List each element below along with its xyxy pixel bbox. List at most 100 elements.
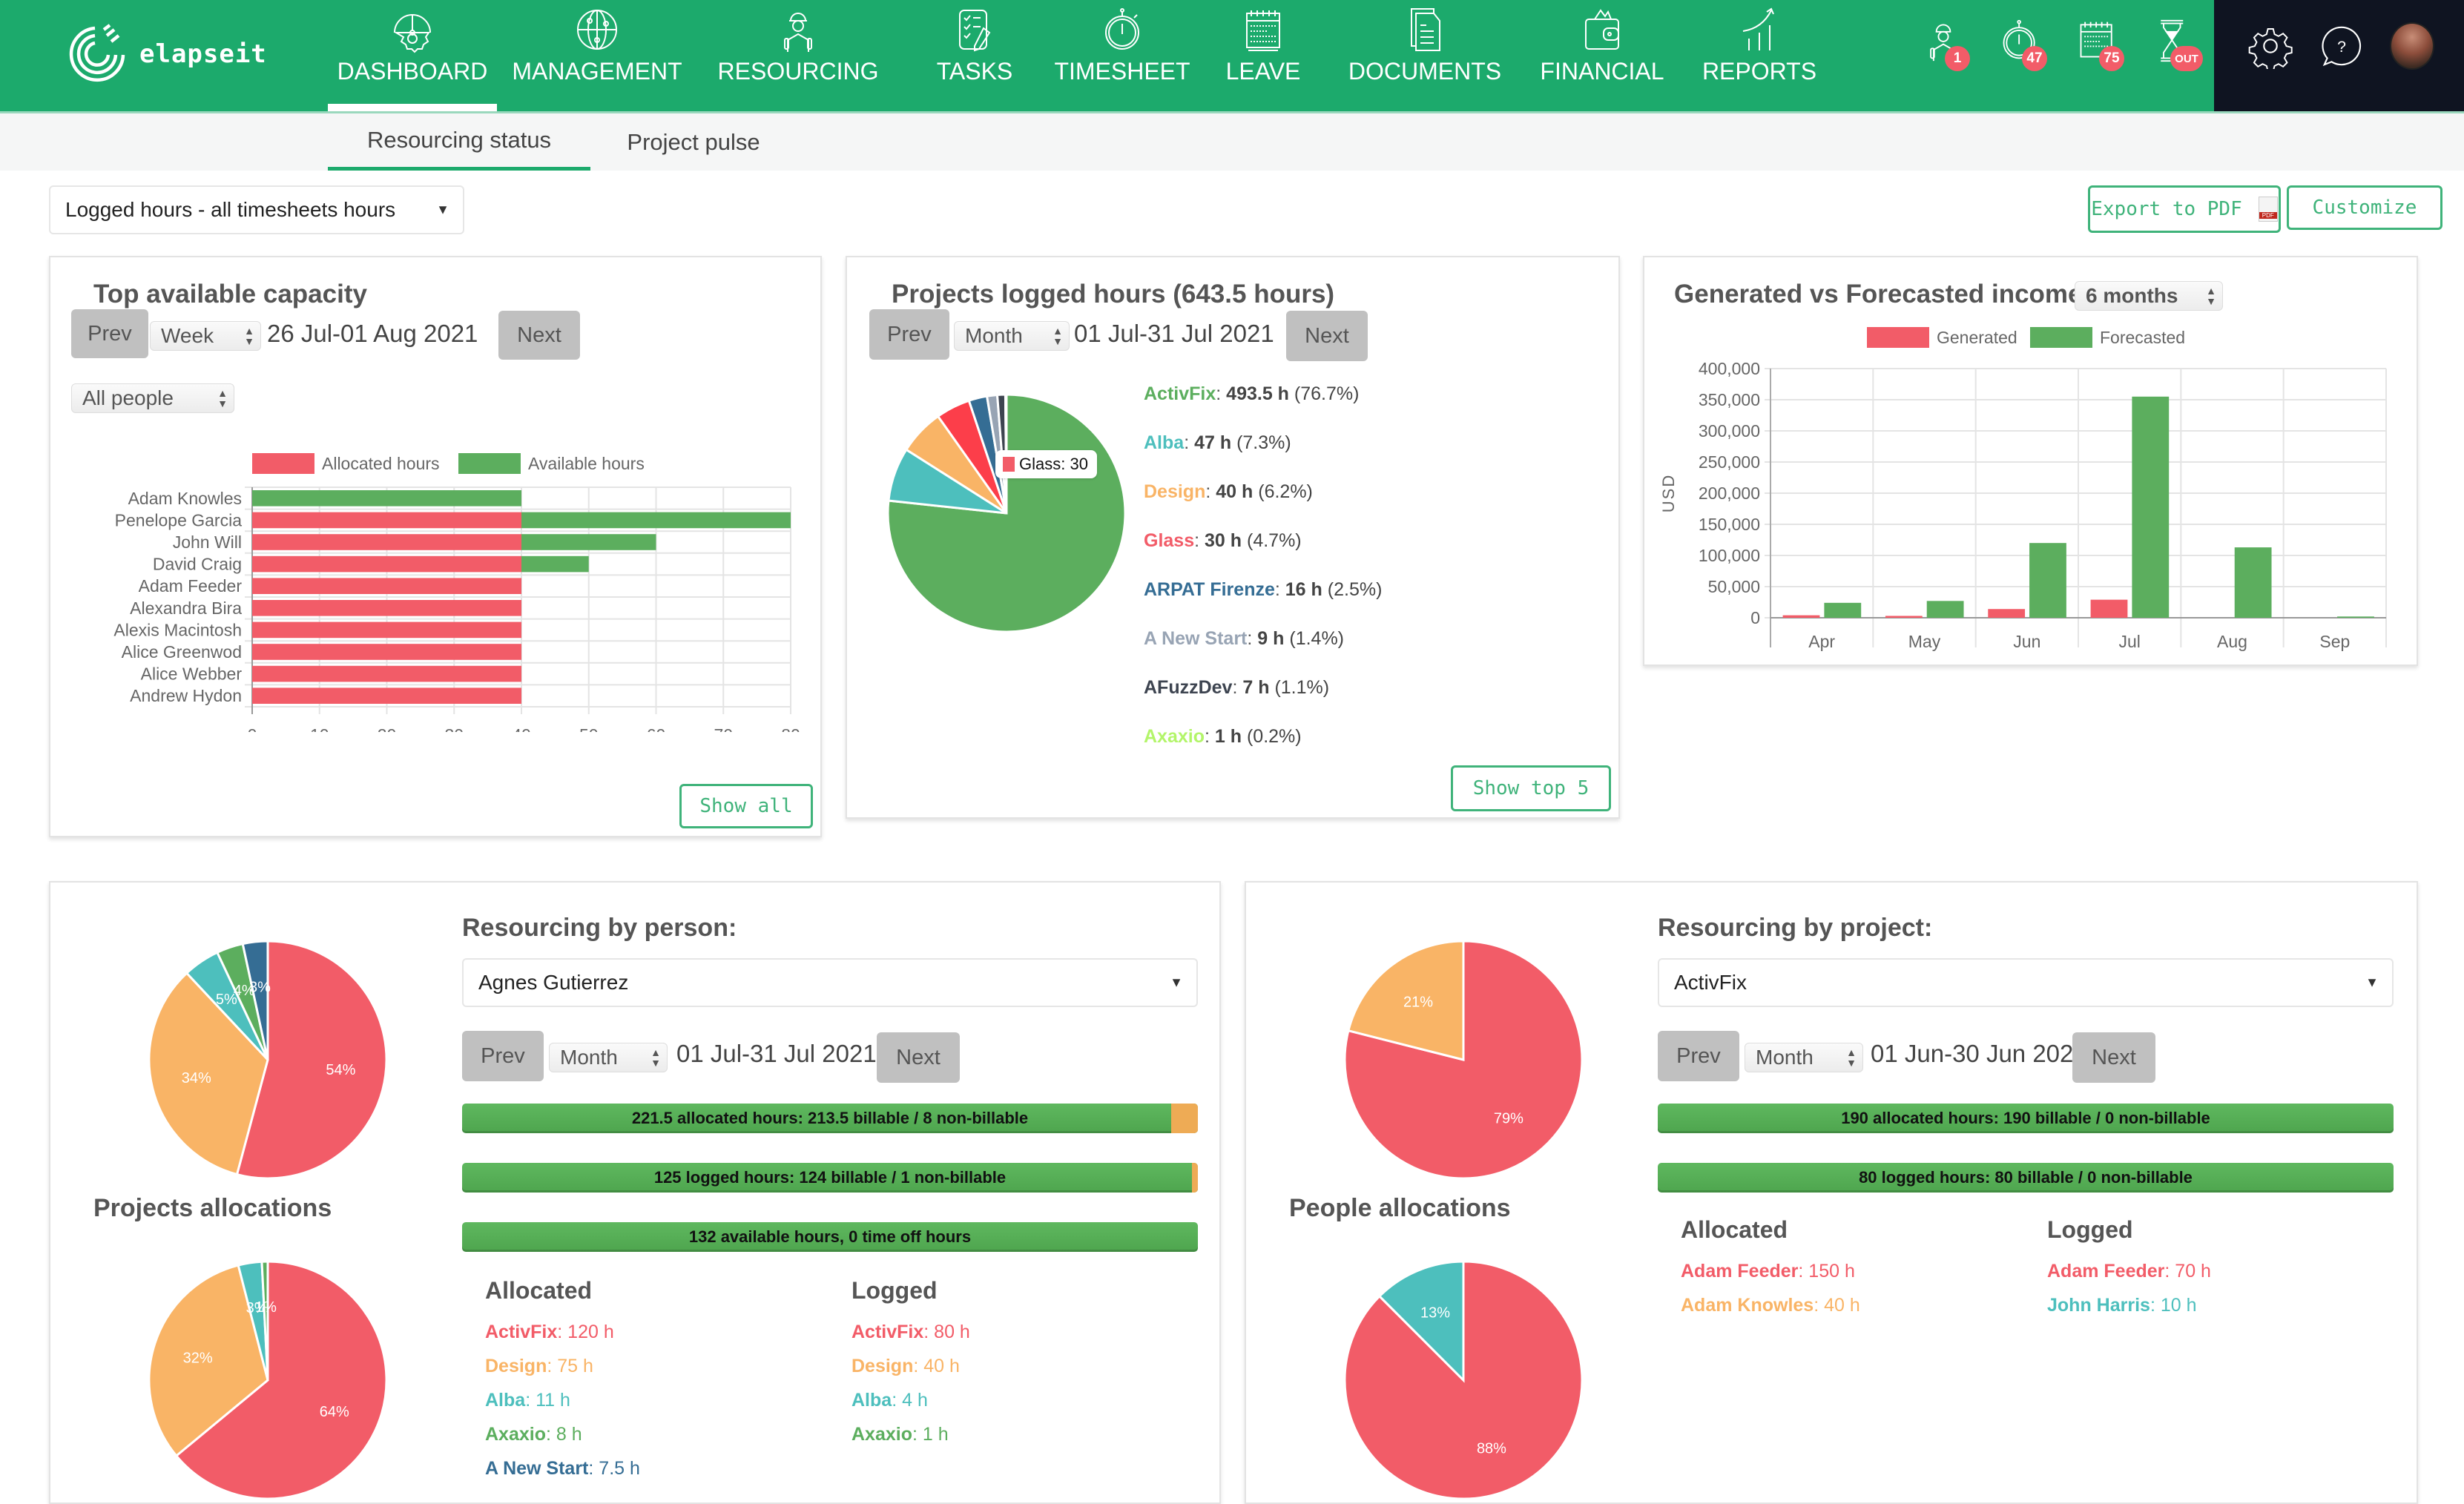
nav-management[interactable]: MANAGEMENT [497,0,697,111]
show-all-button[interactable]: Show all [679,784,813,828]
timesheet-status[interactable]: 47 [1998,16,2050,76]
item-name[interactable]: Axaxio [851,1424,912,1445]
resourcing-status[interactable]: 1 [1921,16,1973,76]
bar-forecasted[interactable] [2132,396,2170,618]
prev-button[interactable]: Prev [1658,1031,1739,1081]
item-name[interactable]: Design [851,1356,913,1376]
leave-status[interactable]: 75 [2075,16,2127,76]
item-name[interactable]: ActivFix [851,1322,923,1342]
income-period-select[interactable]: 6 months ▲ ▼ [2075,281,2223,311]
bar-forecasted[interactable] [2234,547,2272,618]
project-name[interactable]: A New Start [1144,628,1247,649]
hours-type-select[interactable]: Logged hours - all timesheets hours ▼ [49,185,464,234]
legend-label[interactable]: Generated [1937,328,2017,347]
tab-resourcing-status[interactable]: Resourcing status [328,113,590,171]
project-name[interactable]: Axaxio [1144,726,1205,747]
projects-logged-pie-chart [886,393,1127,633]
bar-allocated-hours[interactable] [252,644,521,660]
legend-label[interactable]: Forecasted [2100,328,2185,347]
gear-icon[interactable] [2247,23,2293,69]
bar-generated[interactable] [1988,609,2026,618]
project-name[interactable]: ARPAT Firenze [1144,579,1275,600]
next-button[interactable]: Next [498,311,580,360]
bar-forecasted[interactable] [2337,616,2374,618]
y-tick-label: 100,000 [1699,546,1760,565]
bar-generated[interactable] [2090,599,2128,618]
period-select[interactable]: Month ▲ ▼ [549,1043,668,1072]
nav-timesheet[interactable]: TIMESHEET [1050,0,1194,111]
logo[interactable]: elapseit [65,21,288,88]
item-name[interactable]: John Harris [2047,1295,2150,1316]
export-pdf-button[interactable]: Export to PDF PDF [2088,185,2281,233]
prev-button[interactable]: Prev [71,309,148,358]
nav-leave[interactable]: LEAVE [1194,0,1332,111]
project-name[interactable]: Alba [1144,432,1184,453]
next-button[interactable]: Next [2072,1032,2155,1083]
nav-dashboard[interactable]: DASHBOARD [328,0,497,111]
x-tick-label: 70 [714,725,733,732]
nav-reports[interactable]: REPORTS [1687,0,1832,111]
period-select[interactable]: Week ▲ ▼ [150,321,261,351]
pie-pct-label: 88% [1477,1441,1506,1457]
show-top-5-button[interactable]: Show top 5 [1451,765,1611,811]
project-name[interactable]: Design [1144,481,1205,502]
legend-swatch[interactable] [252,453,314,474]
bar-forecasted[interactable] [2029,543,2066,618]
item-name[interactable]: Adam Feeder [1681,1261,1798,1282]
bar-forecasted[interactable] [1824,602,1862,618]
item-name[interactable]: Design [485,1356,547,1376]
next-button[interactable]: Next [877,1032,960,1083]
x-tick-label: 50 [579,725,599,732]
bar-allocated-hours[interactable] [252,578,521,594]
nav-documents[interactable]: DOCUMENTS [1332,0,1518,111]
bar-generated[interactable] [1782,615,1820,618]
bar-available-hours[interactable] [521,512,791,529]
project-name[interactable]: AFuzzDev [1144,677,1232,698]
project-name[interactable]: ActivFix [1144,383,1216,404]
bar-allocated-hours[interactable] [252,621,521,639]
legend-swatch[interactable] [2030,327,2092,348]
bar-forecasted[interactable] [1926,601,1964,618]
people-filter-select[interactable]: All people ▲ ▼ [71,383,234,413]
legend-swatch[interactable] [1867,327,1929,348]
help-icon[interactable]: ? [2319,23,2365,69]
prev-button[interactable]: Prev [462,1031,544,1081]
next-button[interactable]: Next [1286,311,1368,361]
customize-button[interactable]: Customize [2287,185,2442,230]
legend-label[interactable]: Allocated hours [322,454,440,473]
clock-out-status[interactable]: OUT [2152,16,2204,76]
bar-generated[interactable] [1885,616,1923,618]
nav-tasks[interactable]: TASKS [899,0,1050,111]
bar-allocated-hours[interactable] [252,600,521,616]
project-name[interactable]: Glass [1144,530,1194,551]
caret-down-icon: ▼ [1170,974,1183,990]
item-name[interactable]: Adam Feeder [2047,1261,2164,1282]
bar-available-hours[interactable] [521,534,656,550]
nav-resourcing[interactable]: RESOURCING [697,0,899,111]
bar-available-hours[interactable] [252,490,521,507]
bar-available-hours[interactable] [521,555,589,573]
user-avatar[interactable] [2390,22,2434,70]
item-name[interactable]: ActivFix [485,1322,557,1342]
bar-allocated-hours[interactable] [252,512,521,529]
prev-button[interactable]: Prev [869,309,949,360]
bar-allocated-hours[interactable] [252,555,521,573]
bar-allocated-hours[interactable] [252,534,521,550]
item-name[interactable]: Alba [485,1390,525,1411]
project-select[interactable]: ActivFix ▼ [1658,958,2394,1007]
period-select[interactable]: Month ▲ ▼ [954,321,1070,351]
item-name[interactable]: Adam Knowles [1681,1295,1814,1316]
item-name[interactable]: A New Start [485,1458,588,1479]
legend-label[interactable]: Available hours [528,454,645,473]
date-range: 01 Jul-31 Jul 2021 [676,1040,877,1067]
item-name[interactable]: Alba [851,1390,892,1411]
bar-allocated-hours[interactable] [252,665,521,682]
item-name[interactable]: Axaxio [485,1424,546,1445]
item-hours: 10 h [2160,1295,2197,1316]
person-select[interactable]: Agnes Gutierrez ▼ [462,958,1198,1007]
tab-project-pulse[interactable]: Project pulse [608,113,779,171]
legend-swatch[interactable] [458,453,521,474]
bar-allocated-hours[interactable] [252,687,521,704]
nav-financial[interactable]: FINANCIAL [1518,0,1687,111]
period-select[interactable]: Month ▲ ▼ [1745,1043,1863,1072]
